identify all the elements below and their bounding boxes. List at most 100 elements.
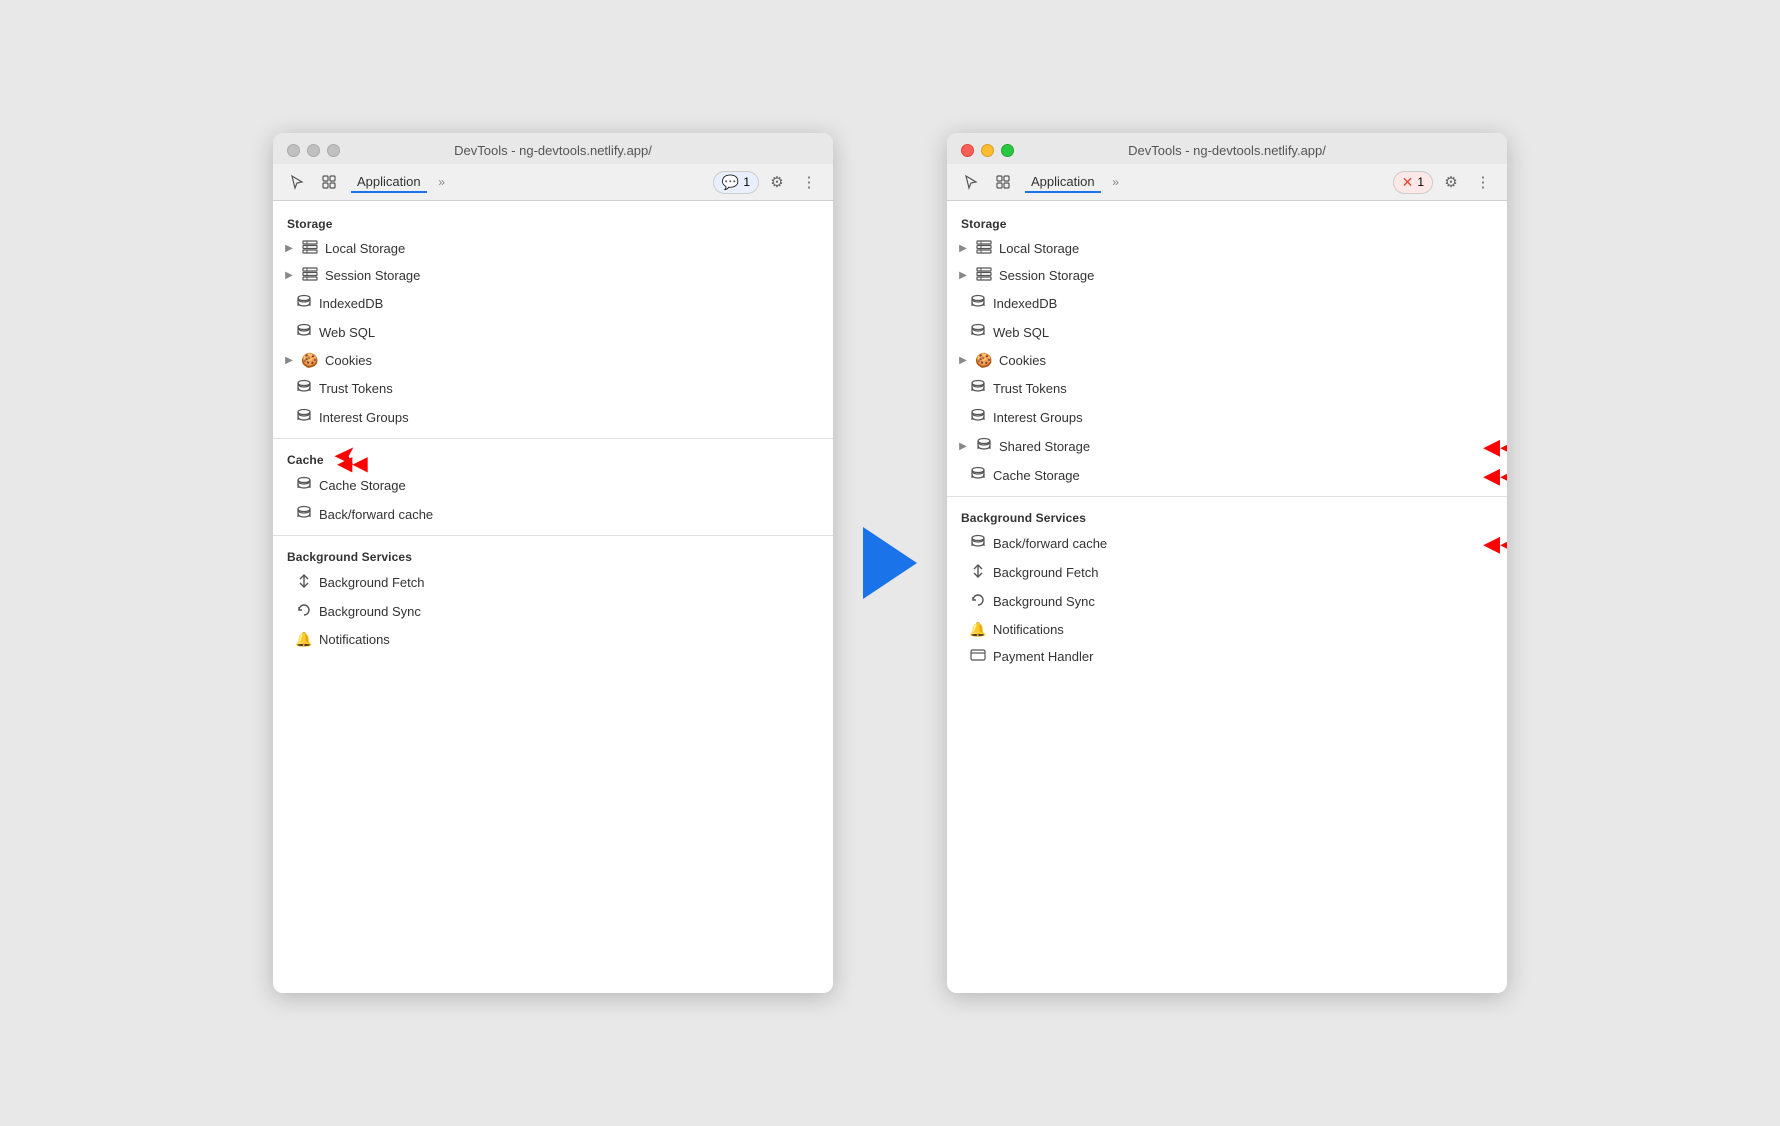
- right-cursor-btn[interactable]: [957, 170, 985, 194]
- right-icon-interest-groups: [969, 408, 987, 427]
- left-more-tabs-btn[interactable]: »: [431, 171, 453, 193]
- right-label-cookies: Cookies: [999, 353, 1046, 368]
- left-icon-indexeddb: [295, 294, 313, 313]
- left-traffic-lights: [287, 144, 340, 157]
- blue-arrow-shape: [863, 527, 917, 599]
- right-storage-header: Storage: [947, 209, 1507, 235]
- right-item-shared-storage[interactable]: ▶ Shared Storage ◀◀: [947, 432, 1507, 461]
- right-label-shared-storage: Shared Storage: [999, 439, 1090, 454]
- left-more-btn[interactable]: ⋮: [795, 170, 823, 194]
- right-icon-backforward-cache: [969, 534, 987, 553]
- right-label-session-storage: Session Storage: [999, 268, 1094, 283]
- left-tl-maximize[interactable]: [327, 144, 340, 157]
- right-icon-notifications: 🔔: [969, 621, 987, 638]
- right-window-title: DevTools - ng-devtools.netlify.app/: [1128, 143, 1326, 158]
- right-expand-cookies: ▶: [957, 355, 969, 366]
- left-item-background-sync[interactable]: Background Sync: [273, 597, 833, 626]
- right-more-tabs-btn[interactable]: »: [1105, 171, 1127, 193]
- left-item-notifications[interactable]: 🔔 Notifications: [273, 626, 833, 653]
- right-divider-1: [947, 496, 1507, 497]
- left-label-notifications: Notifications: [319, 632, 390, 647]
- right-expand-shared-storage: ▶: [957, 441, 969, 452]
- right-badge-btn[interactable]: ✕ 1: [1393, 171, 1433, 194]
- left-icon-session-storage: [301, 267, 319, 284]
- left-divider-1: [273, 438, 833, 439]
- right-settings-btn[interactable]: ⚙: [1437, 170, 1465, 194]
- left-item-websql[interactable]: Web SQL: [273, 318, 833, 347]
- right-item-local-storage[interactable]: ▶ Local Storage: [947, 235, 1507, 262]
- right-more-btn[interactable]: ⋮: [1469, 170, 1497, 194]
- left-divider-2: [273, 535, 833, 536]
- right-item-session-storage[interactable]: ▶ Session Storage: [947, 262, 1507, 289]
- left-cursor-btn[interactable]: [283, 170, 311, 194]
- left-label-indexeddb: IndexedDB: [319, 296, 383, 311]
- left-icon-notifications: 🔔: [295, 631, 313, 648]
- right-item-cookies[interactable]: ▶ 🍪 Cookies: [947, 347, 1507, 374]
- left-icon-cache-storage: [295, 476, 313, 495]
- right-red-arrow-backforward: ◀◀: [1483, 531, 1507, 557]
- left-red-arrow-cache-body: ◀◀: [337, 451, 368, 476]
- left-item-interest-groups[interactable]: Interest Groups: [273, 403, 833, 432]
- right-item-notifications[interactable]: 🔔 Notifications: [947, 616, 1507, 643]
- right-item-websql[interactable]: Web SQL: [947, 318, 1507, 347]
- right-item-backforward-cache[interactable]: Back/forward cache ◀◀: [947, 529, 1507, 558]
- right-label-background-sync: Background Sync: [993, 594, 1095, 609]
- right-item-cache-storage[interactable]: Cache Storage ◀◀: [947, 461, 1507, 490]
- left-badge-btn[interactable]: 💬 1: [713, 171, 759, 194]
- left-item-backforward-cache[interactable]: Back/forward cache: [273, 500, 833, 529]
- left-tl-close[interactable]: [287, 144, 300, 157]
- left-layers-btn[interactable]: [315, 170, 343, 194]
- right-tab-application[interactable]: Application: [1025, 172, 1101, 193]
- right-item-trust-tokens[interactable]: Trust Tokens: [947, 374, 1507, 403]
- right-tl-minimize[interactable]: [981, 144, 994, 157]
- left-item-local-storage[interactable]: ▶ Local Storage: [273, 235, 833, 262]
- left-badge-count: 1: [743, 175, 750, 189]
- right-icon-payment-handler: [969, 648, 987, 664]
- left-sidebar: Storage ▶ Local Storage ▶ Session Storag…: [273, 201, 833, 993]
- right-label-notifications: Notifications: [993, 622, 1064, 637]
- left-item-indexeddb[interactable]: IndexedDB: [273, 289, 833, 318]
- right-tl-maximize[interactable]: [1001, 144, 1014, 157]
- right-label-background-fetch: Background Fetch: [993, 565, 1099, 580]
- right-traffic-lights: [961, 144, 1014, 157]
- right-item-background-sync[interactable]: Background Sync: [947, 587, 1507, 616]
- left-icon-local-storage: [301, 240, 319, 257]
- scene: DevTools - ng-devtools.netlify.app/ Appl…: [273, 133, 1507, 993]
- left-item-background-fetch[interactable]: Background Fetch: [273, 568, 833, 597]
- direction-arrow: [833, 527, 947, 599]
- right-item-background-fetch[interactable]: Background Fetch: [947, 558, 1507, 587]
- right-browser-window: DevTools - ng-devtools.netlify.app/ Appl…: [947, 133, 1507, 993]
- left-icon-background-fetch: [295, 573, 313, 592]
- left-storage-header: Storage: [273, 209, 833, 235]
- right-toolbar: Application » ✕ 1 ⚙ ⋮: [947, 164, 1507, 201]
- right-label-payment-handler: Payment Handler: [993, 649, 1093, 664]
- left-label-cookies: Cookies: [325, 353, 372, 368]
- left-label-trust-tokens: Trust Tokens: [319, 381, 393, 396]
- left-item-trust-tokens[interactable]: Trust Tokens: [273, 374, 833, 403]
- left-settings-btn[interactable]: ⚙: [763, 170, 791, 194]
- right-layers-btn[interactable]: [989, 170, 1017, 194]
- left-title-bar: DevTools - ng-devtools.netlify.app/: [273, 133, 833, 164]
- left-icon-backforward-cache: [295, 505, 313, 524]
- right-badge-icon: ✕: [1402, 174, 1414, 191]
- left-tl-minimize[interactable]: [307, 144, 320, 157]
- left-icon-websql: [295, 323, 313, 342]
- right-icon-cookies: 🍪: [975, 352, 993, 369]
- left-label-backforward-cache: Back/forward cache: [319, 507, 433, 522]
- left-icon-background-sync: [295, 602, 313, 621]
- left-title-bar-top: DevTools - ng-devtools.netlify.app/: [287, 143, 819, 164]
- right-label-indexeddb: IndexedDB: [993, 296, 1057, 311]
- left-item-session-storage[interactable]: ▶ Session Storage: [273, 262, 833, 289]
- right-tl-close[interactable]: [961, 144, 974, 157]
- right-item-payment-handler[interactable]: Payment Handler: [947, 643, 1507, 669]
- right-sidebar: Storage ▶ Local Storage ▶ Session Storag…: [947, 201, 1507, 993]
- left-badge-icon: 💬: [722, 174, 739, 191]
- left-tab-application[interactable]: Application: [351, 172, 427, 193]
- right-icon-websql: [969, 323, 987, 342]
- left-label-interest-groups: Interest Groups: [319, 410, 409, 425]
- right-item-indexeddb[interactable]: IndexedDB: [947, 289, 1507, 318]
- right-item-interest-groups[interactable]: Interest Groups: [947, 403, 1507, 432]
- right-background-header: Background Services: [947, 503, 1507, 529]
- left-icon-trust-tokens: [295, 379, 313, 398]
- left-item-cookies[interactable]: ▶ 🍪 Cookies: [273, 347, 833, 374]
